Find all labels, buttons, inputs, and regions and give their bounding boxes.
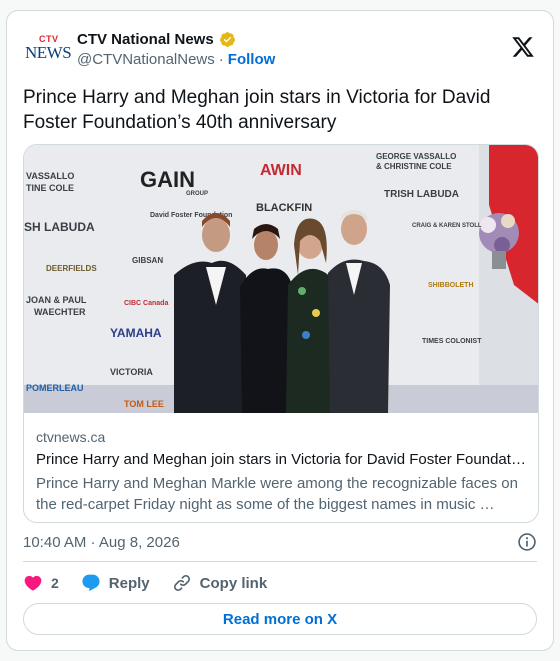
article-photo[interactable]: VASSALLO TINE COLE GAIN GROUP AWIN GEORG… <box>24 145 539 413</box>
verified-badge-icon <box>219 31 235 47</box>
backdrop-text-3: GAIN <box>140 167 195 192</box>
reply-label: Reply <box>108 574 150 592</box>
follow-button[interactable]: Follow <box>228 51 276 68</box>
backdrop-text-6: GEORGE VASSALLO <box>376 152 456 161</box>
link-domain: ctvnews.ca <box>36 429 106 445</box>
backdrop-text-17: YAMAHA <box>110 326 162 340</box>
like-count: 2 <box>51 575 59 591</box>
backdrop-text-15: WAECHTER <box>34 307 86 317</box>
info-icon[interactable] <box>517 532 537 552</box>
ctv-news-logo[interactable]: CTV NEWS <box>25 33 72 69</box>
like-button[interactable]: 2 <box>23 573 59 593</box>
read-more-button[interactable]: Read more on X <box>23 603 537 635</box>
backdrop-text-13: GIBSAN <box>132 256 163 265</box>
backdrop-text-14: JOAN & PAUL <box>26 295 87 305</box>
account-handle[interactable]: @CTVNationalNews <box>77 51 215 68</box>
reply-bubble-icon <box>82 574 100 592</box>
backdrop-text-8: BLACKFIN <box>256 202 312 214</box>
heart-icon <box>24 575 42 591</box>
backdrop-text-9: TRISH LABUDA <box>384 189 459 200</box>
backdrop-text-20: TOM LEE <box>124 399 164 409</box>
backdrop-text-18: VICTORIA <box>110 367 153 377</box>
timestamp-row: 10:40 AM · Aug 8, 2026 <box>23 531 537 553</box>
action-bar: 2 Reply Copy link <box>23 571 289 595</box>
author-block: CTV National News @CTVNationalNews · Fol… <box>77 29 276 69</box>
backdrop-text-19: POMERLEAU <box>26 383 84 393</box>
backdrop-text-7: & CHRISTINE COLE <box>376 162 452 171</box>
copy-link-button[interactable]: Copy link <box>172 573 268 593</box>
backdrop-text-4: GROUP <box>186 191 208 197</box>
backdrop-text-21: SHIBBOLETH <box>428 282 474 289</box>
link-title[interactable]: Prince Harry and Meghan join stars in Vi… <box>36 451 526 473</box>
logo-text-bottom: NEWS <box>25 43 72 62</box>
link-preview-card[interactable]: VASSALLO TINE COLE GAIN GROUP AWIN GEORG… <box>23 144 539 523</box>
reply-button[interactable]: Reply <box>81 573 150 593</box>
backdrop-text-22: TIMES COLONIST <box>422 338 482 345</box>
divider <box>23 561 537 562</box>
backdrop-text-12: DEERFIELDS <box>46 264 97 273</box>
account-name[interactable]: CTV National News <box>77 31 214 48</box>
tweet-text: Prince Harry and Meghan join stars in Vi… <box>23 87 491 133</box>
backdrop-text-5: AWIN <box>260 162 302 179</box>
backdrop-text-23: CRAIG & KAREN STOLL <box>412 223 482 229</box>
tweet-timestamp[interactable]: 10:40 AM · Aug 8, 2026 <box>23 534 180 551</box>
backdrop-text-10: SH LABUDA <box>24 220 95 234</box>
backdrop-text-16: CIBC Canada <box>124 300 168 307</box>
tweet-header: CTV NEWS CTV National News @CTVNationalN… <box>25 29 537 73</box>
link-meta: ctvnews.ca Prince Harry and Meghan join … <box>36 429 526 515</box>
backdrop-text-1: VASSALLO <box>26 171 74 181</box>
link-icon <box>173 574 190 592</box>
backdrop-text-2: TINE COLE <box>26 183 74 193</box>
embedded-tweet-card: CTV NEWS CTV National News @CTVNationalN… <box>6 10 554 651</box>
copy-link-label: Copy link <box>199 574 268 592</box>
separator-dot: · <box>218 51 224 68</box>
x-logo-icon[interactable] <box>511 35 535 59</box>
link-description: Prince Harry and Meghan Markle were amon… <box>36 475 518 513</box>
